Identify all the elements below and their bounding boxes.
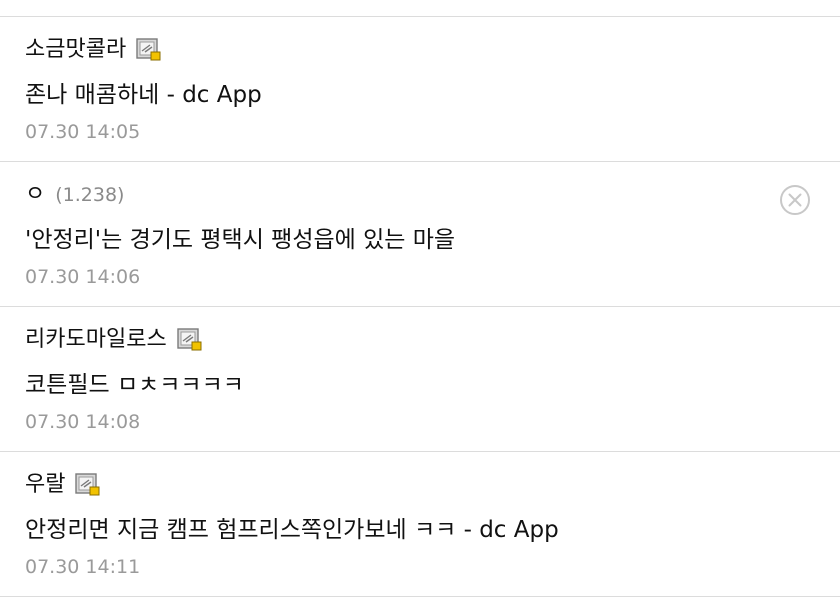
delete-circle-x-icon[interactable] — [779, 184, 811, 216]
comment-text: 코튼필드 ㅁㅊㅋㅋㅋㅋ — [25, 372, 244, 398]
comment-ip: (1.238) — [55, 184, 125, 206]
comment-author[interactable]: 소금맛콜라 — [25, 35, 126, 65]
comment-item: ㅇ (1.238) '안정리'는 경기도 평택시 팽성읍에 있는 마을 07.3… — [0, 162, 840, 307]
comment-author[interactable]: 리카도마일로스 — [25, 325, 167, 355]
comment-text: '안정리'는 경기도 평택시 팽성읍에 있는 마을 — [25, 227, 456, 253]
comment-author[interactable]: ㅇ — [25, 180, 45, 210]
comment-timestamp: 07.30 14:08 — [25, 411, 141, 433]
comment-item: 리카도마일로스 코튼필드 ㅁㅊㅋㅋㅋㅋ 07.30 14:08 — [0, 307, 840, 452]
comment-text: 존나 매콤하네 - dc App — [25, 82, 262, 108]
comment-author[interactable]: 우랄 — [25, 470, 65, 500]
comment-timestamp: 07.30 14:05 — [25, 121, 141, 143]
comment-timestamp: 07.30 14:11 — [25, 556, 141, 578]
comment-item: 우랄 안정리면 지금 캠프 험프리스쪽인가보네 ㅋㅋ - dc App 07.3… — [0, 452, 840, 597]
comment-author-row: 리카도마일로스 — [25, 325, 203, 355]
gallog-icon[interactable] — [176, 328, 203, 352]
comment-item: 소금맛콜라 존나 매콤하네 - dc App 07.30 14:05 — [0, 17, 840, 162]
comment-author-row: 소금맛콜라 — [25, 35, 162, 65]
gallog-icon[interactable] — [136, 38, 162, 62]
comment-text: 안정리면 지금 캠프 험프리스쪽인가보네 ㅋㅋ - dc App — [25, 517, 559, 543]
gallog-icon[interactable] — [75, 473, 101, 497]
comment-author-row: ㅇ (1.238) — [25, 180, 124, 210]
comment-timestamp: 07.30 14:06 — [25, 266, 141, 288]
comment-author-row: 우랄 — [25, 470, 101, 500]
